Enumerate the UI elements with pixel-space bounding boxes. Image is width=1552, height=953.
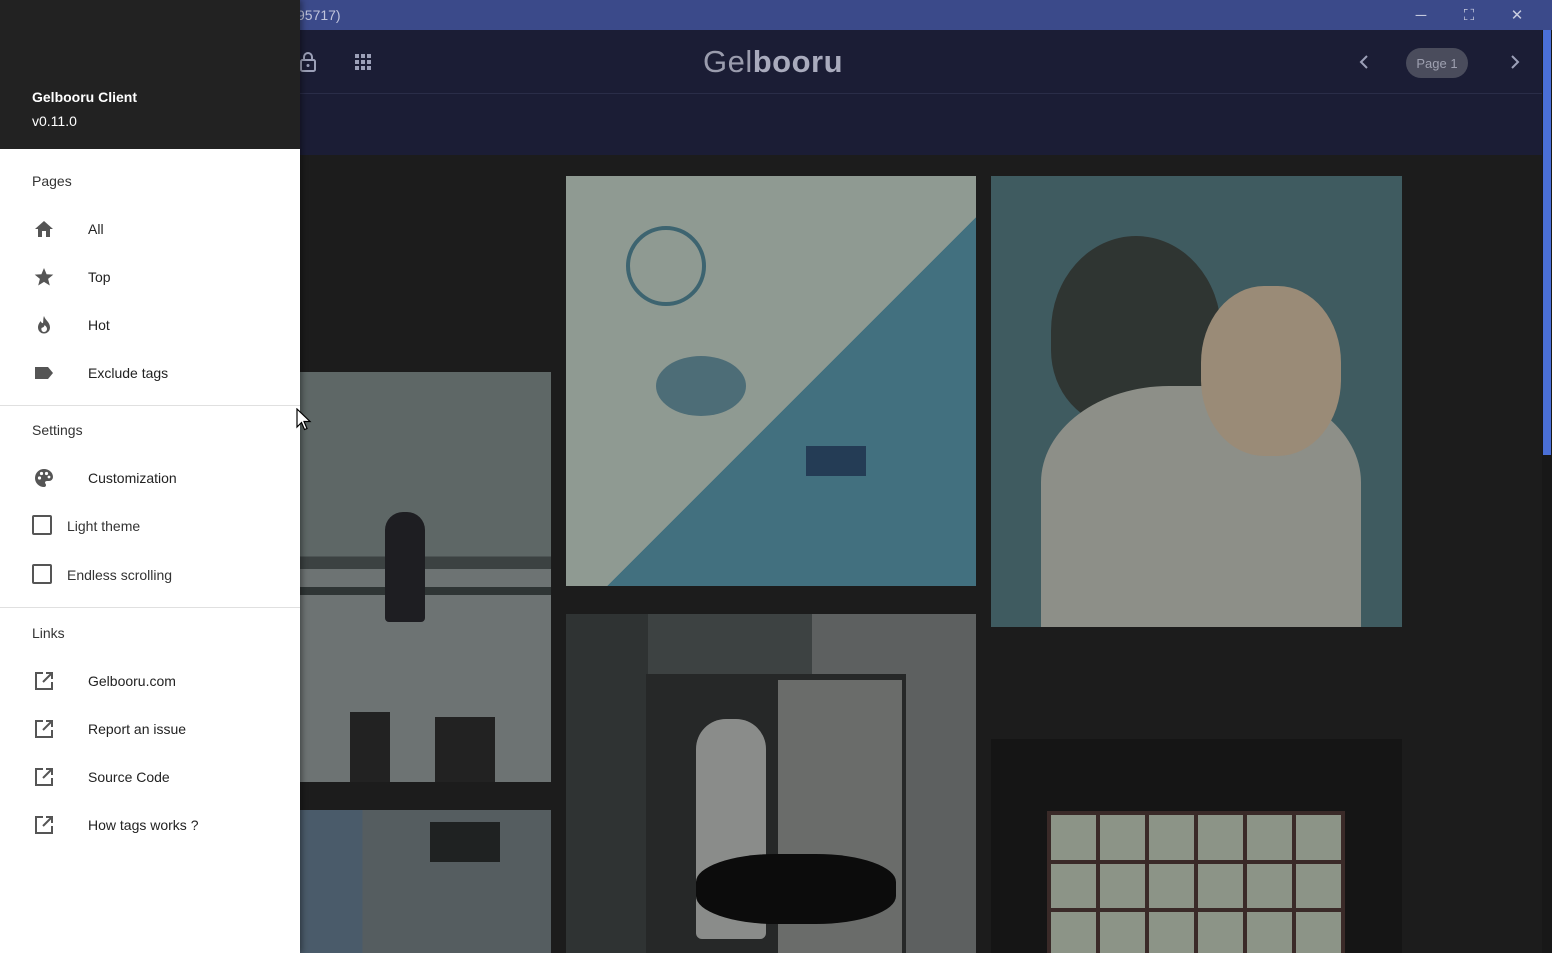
nav-item-label: Top xyxy=(88,269,111,285)
nav-item-exclude-tags[interactable]: Exclude tags xyxy=(0,349,300,397)
gallery-image[interactable] xyxy=(300,372,551,782)
drawer-header: Gelbooru Client v0.11.0 xyxy=(0,0,300,149)
section-title-links: Links xyxy=(32,625,65,641)
shorts-shape xyxy=(806,446,866,476)
window-shape xyxy=(430,822,500,862)
nav-item-all[interactable]: All xyxy=(0,205,300,253)
gallery-image[interactable] xyxy=(991,176,1402,627)
nav-item-label: All xyxy=(88,221,104,237)
label-icon xyxy=(32,361,56,385)
page-indicator[interactable]: Page 1 xyxy=(1406,48,1468,78)
app-window: 95717) ─ ⛶ ✕ Gelbooru Page 1 Gelbooru Cl… xyxy=(0,0,1552,953)
minimize-icon: ─ xyxy=(1415,6,1427,24)
external-link-icon xyxy=(32,669,56,693)
mouse-cursor-icon xyxy=(296,408,312,431)
light-theme-checkbox[interactable] xyxy=(32,515,52,535)
previous-page-button[interactable] xyxy=(1348,46,1380,78)
link-label: How tags works ? xyxy=(88,817,199,833)
fan-shape xyxy=(626,226,706,306)
link-how-tags-work[interactable]: How tags works ? xyxy=(0,801,300,849)
scrollbar-thumb[interactable] xyxy=(1543,30,1551,455)
section-title-pages: Pages xyxy=(32,173,72,189)
link-report-issue[interactable]: Report an issue xyxy=(0,705,300,753)
nav-item-label: Hot xyxy=(88,317,110,333)
maximize-button[interactable]: ⛶ xyxy=(1446,0,1492,30)
gallery-image[interactable] xyxy=(300,810,551,953)
external-link-icon xyxy=(32,717,56,741)
external-link-icon xyxy=(32,813,56,837)
link-gelbooru[interactable]: Gelbooru.com xyxy=(0,657,300,705)
link-label: Report an issue xyxy=(88,721,187,737)
maximize-icon: ⛶ xyxy=(1463,6,1475,24)
lock-icon xyxy=(300,52,316,72)
window-shape xyxy=(350,712,390,782)
nav-item-hot[interactable]: Hot xyxy=(0,301,300,349)
section-title-settings: Settings xyxy=(32,422,83,438)
cat-shape xyxy=(1201,286,1341,456)
nav-item-top[interactable]: Top xyxy=(0,253,300,301)
dog-shape xyxy=(696,854,896,924)
app-version: v0.11.0 xyxy=(32,113,77,129)
divider xyxy=(0,607,300,608)
grid-view-button[interactable] xyxy=(347,46,379,78)
nav-item-label: Exclude tags xyxy=(88,365,169,381)
gallery-image[interactable] xyxy=(566,176,976,586)
grid-icon xyxy=(355,54,371,70)
endless-scrolling-checkbox[interactable] xyxy=(32,564,52,584)
shadow-shape xyxy=(656,356,746,416)
fire-icon xyxy=(32,313,56,337)
external-link-icon xyxy=(32,765,56,789)
link-label: Gelbooru.com xyxy=(88,673,176,689)
window-shape xyxy=(435,717,495,782)
close-button[interactable]: ✕ xyxy=(1494,0,1540,30)
chevron-right-icon xyxy=(1511,55,1520,69)
light-theme-label: Light theme xyxy=(67,518,141,534)
gallery-image[interactable] xyxy=(991,739,1402,953)
figure-shape xyxy=(385,512,425,622)
window-title: 95717) xyxy=(297,7,341,23)
chevron-left-icon xyxy=(1359,55,1368,69)
endless-scrolling-label: Endless scrolling xyxy=(67,567,173,583)
divider xyxy=(0,405,300,406)
gallery-image[interactable] xyxy=(566,614,976,953)
gelbooru-logo: Gelbooru xyxy=(703,44,843,80)
palette-icon xyxy=(32,466,56,490)
nav-item-customization[interactable]: Customization xyxy=(0,454,300,502)
navigation-drawer: Gelbooru Client v0.11.0 Pages All Top Ho… xyxy=(0,0,300,953)
app-name: Gelbooru Client xyxy=(32,89,137,105)
link-source-code[interactable]: Source Code xyxy=(0,753,300,801)
logo-light-text: Gel xyxy=(703,44,753,79)
minimize-button[interactable]: ─ xyxy=(1398,0,1444,30)
next-page-button[interactable] xyxy=(1499,46,1531,78)
link-label: Source Code xyxy=(88,769,170,785)
railing-shape xyxy=(300,587,551,595)
close-icon: ✕ xyxy=(1510,7,1524,24)
star-icon xyxy=(32,265,56,289)
nav-item-label: Customization xyxy=(88,470,177,486)
logo-bold-text: booru xyxy=(752,44,844,79)
home-icon xyxy=(32,217,56,241)
window-shape xyxy=(1047,811,1345,953)
